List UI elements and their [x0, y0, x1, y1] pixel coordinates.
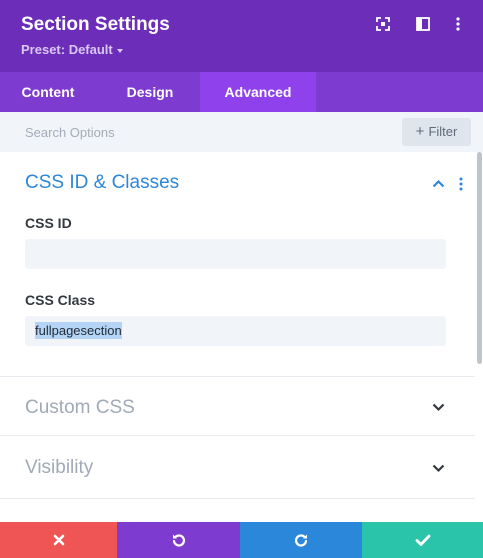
modal-title: Section Settings	[21, 14, 170, 35]
redo-icon	[294, 534, 308, 547]
search-input[interactable]	[0, 112, 405, 152]
modal-header: Section Settings Preset: Default	[0, 0, 483, 72]
tab-bar: Content Design Advanced	[0, 72, 483, 112]
action-bar	[0, 522, 483, 558]
filter-button[interactable]: + Filter	[402, 118, 471, 146]
section-menu-icon[interactable]	[458, 177, 464, 191]
divider	[0, 376, 475, 377]
chevron-down-icon	[432, 403, 445, 412]
section-title-custom-css: Custom CSS	[25, 397, 135, 418]
more-vertical-icon[interactable]	[451, 17, 465, 31]
check-icon	[415, 534, 430, 546]
chevron-up-icon	[432, 179, 445, 188]
css-class-label: CSS Class	[25, 292, 96, 308]
chevron-down-icon	[432, 464, 445, 473]
css-class-field[interactable]: fullpagesection	[25, 316, 446, 346]
redo-button[interactable]	[240, 522, 362, 558]
preset-label: Preset: Default	[21, 42, 113, 57]
expand-icon[interactable]	[376, 17, 390, 31]
preset-dropdown[interactable]: Preset: Default	[21, 42, 123, 57]
caret-down-icon	[116, 48, 123, 53]
settings-panel: CSS ID & Classes CSS ID CSS Class fullpa…	[0, 152, 475, 522]
sidebar-toggle-icon[interactable]	[416, 17, 430, 31]
tab-design[interactable]: Design	[100, 72, 200, 112]
divider	[0, 435, 475, 436]
scrollbar-thumb[interactable]	[477, 152, 482, 364]
undo-button[interactable]	[117, 522, 240, 558]
tab-content[interactable]: Content	[0, 72, 96, 112]
search-bar: +Filter	[0, 112, 483, 152]
save-button[interactable]	[362, 522, 483, 558]
css-id-field[interactable]	[25, 239, 446, 269]
filter-label: Filter	[428, 124, 458, 139]
css-id-label: CSS ID	[25, 215, 72, 231]
css-class-value: fullpagesection	[35, 322, 122, 339]
divider	[0, 498, 475, 499]
tab-advanced[interactable]: Advanced	[200, 72, 316, 112]
section-title-visibility: Visibility	[25, 457, 94, 478]
plus-icon: +	[415, 123, 425, 140]
section-title-css-id-classes: CSS ID & Classes	[25, 172, 180, 193]
discard-button[interactable]	[0, 522, 117, 558]
close-icon	[53, 534, 64, 546]
undo-icon	[172, 534, 185, 547]
